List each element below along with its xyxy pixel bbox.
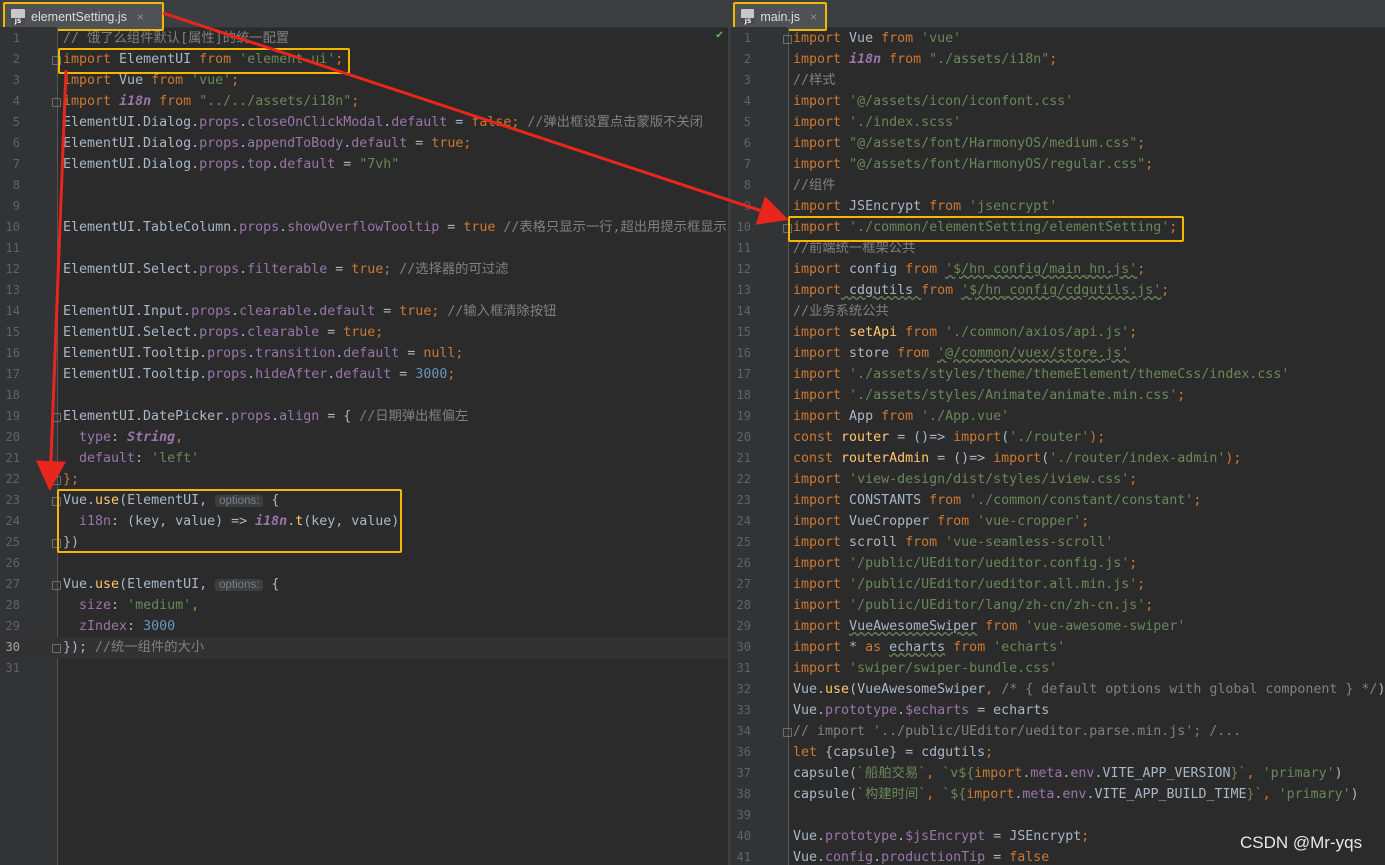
watermark: CSDN @Mr-yqs xyxy=(1240,833,1363,852)
annotation-arrows xyxy=(35,11,789,491)
arrow-to-vue-use xyxy=(35,69,68,491)
arrow-to-main-import xyxy=(162,11,789,225)
